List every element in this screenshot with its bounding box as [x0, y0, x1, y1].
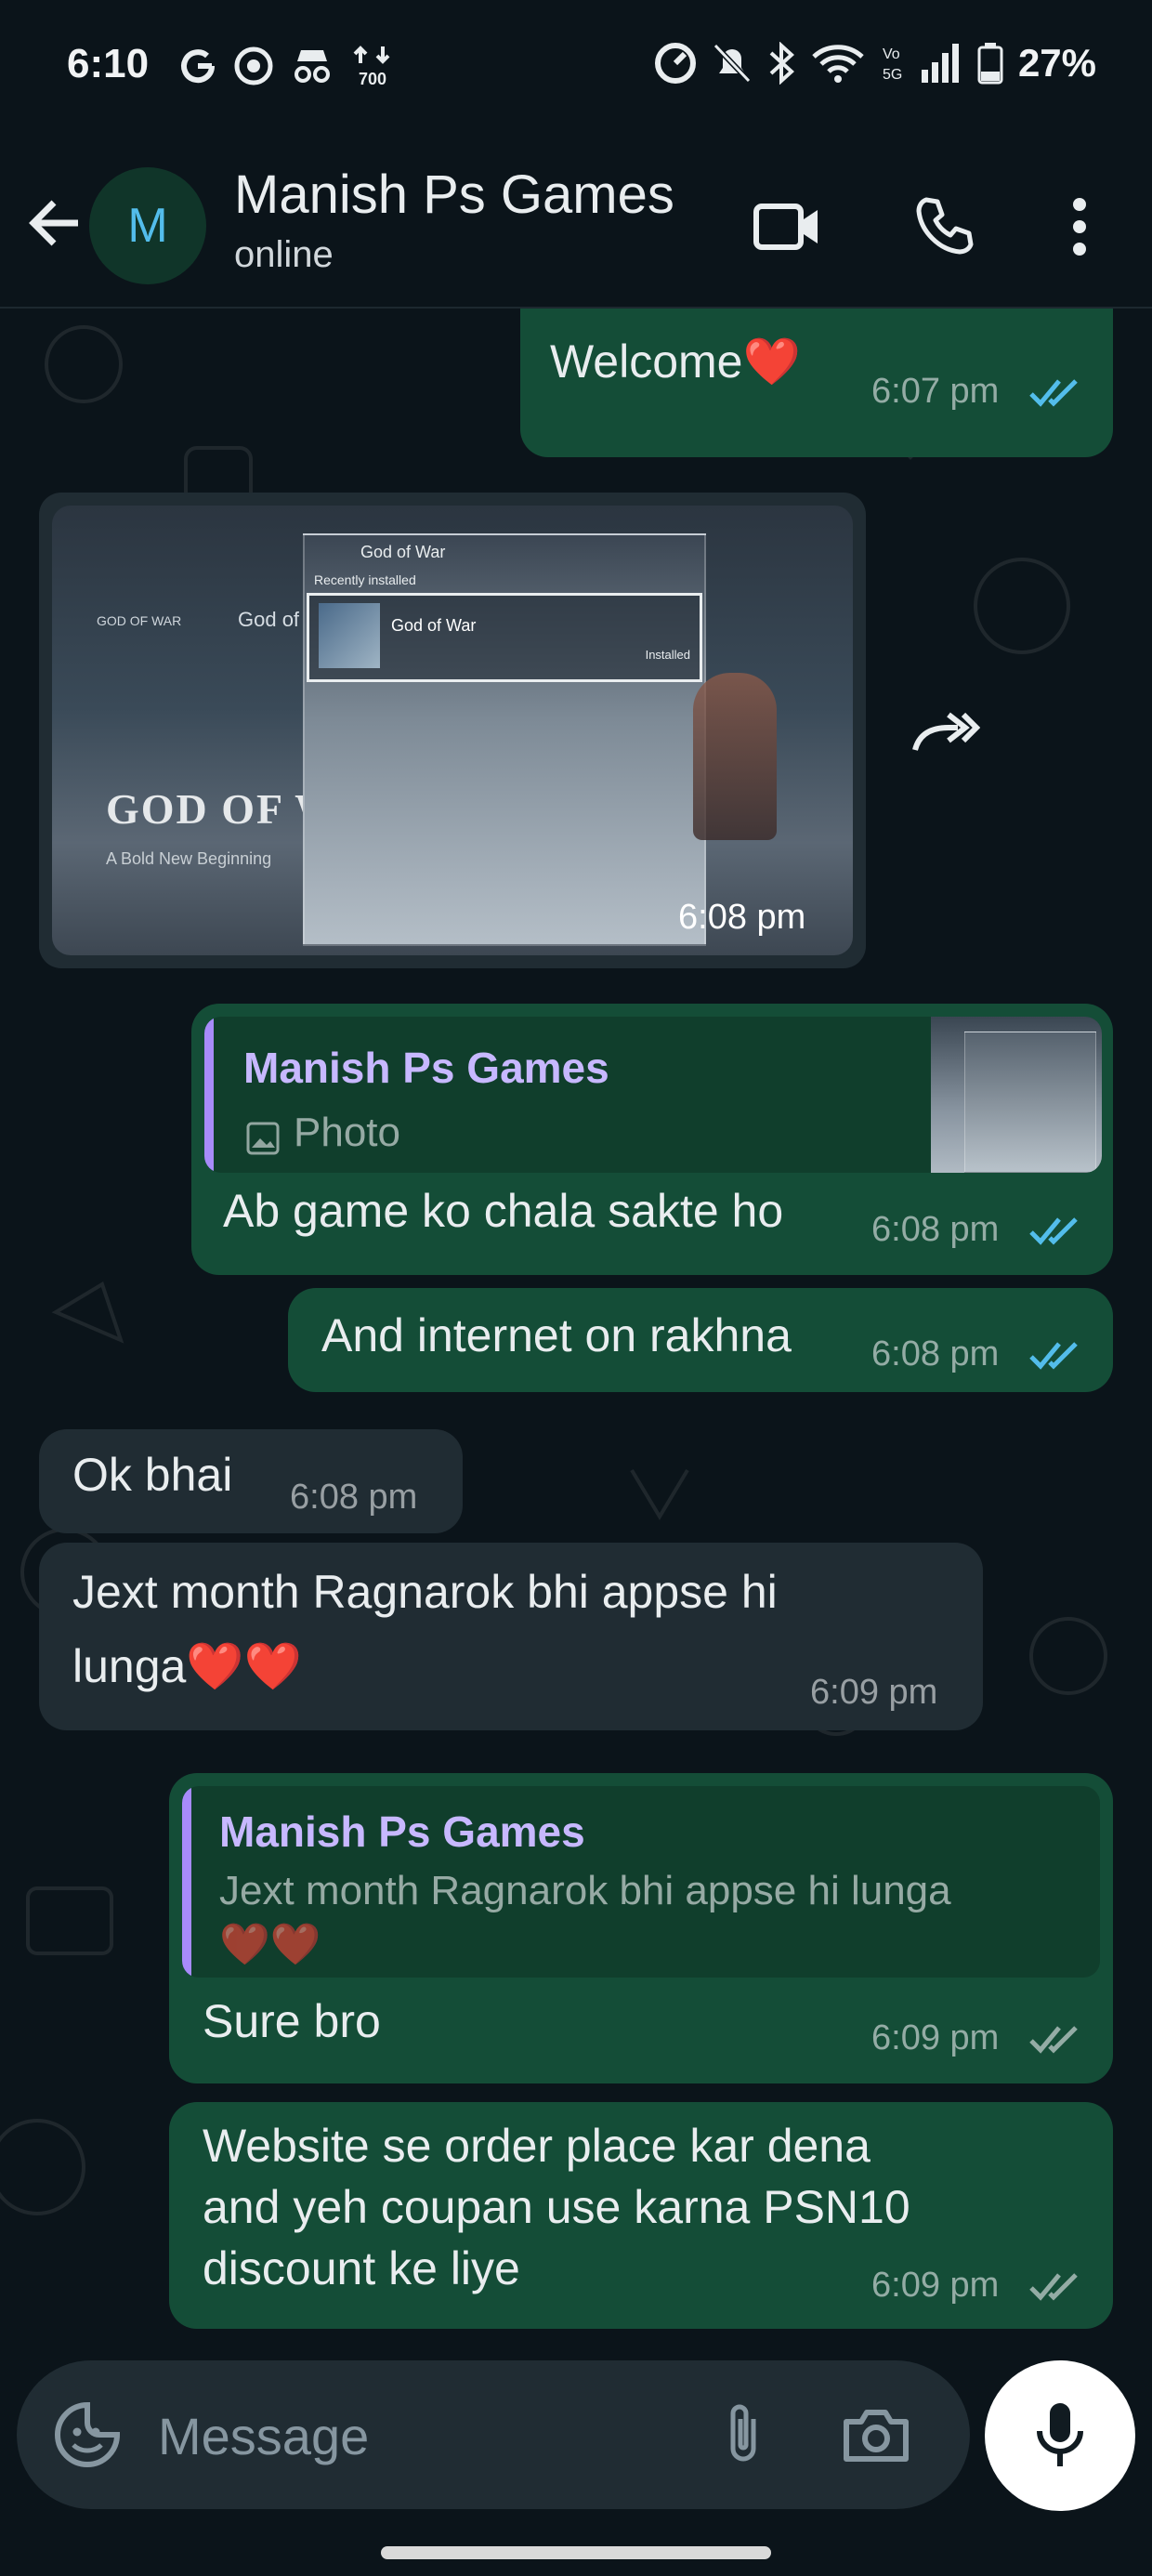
photo-tagline: A Bold New Beginning [106, 849, 272, 868]
message-time: 6:08 pm [678, 898, 806, 937]
status-time: 6:10 [67, 41, 150, 86]
message-time: 6:09 pm [810, 1673, 938, 1712]
wifi-icon [812, 45, 864, 83]
message-bubble[interactable]: Website se order place kar dena and yeh … [169, 2102, 1113, 2329]
double-tick-read-icon [1029, 379, 1078, 407]
speedometer-icon [654, 43, 696, 84]
message-bubble[interactable]: Welcome❤️ 6:07 pm [520, 309, 1113, 457]
photo-message[interactable]: GOD OF WAR God of W GOD OF WAR A Bold Ne… [39, 493, 866, 968]
status-right-icons: Vo 5G 27% [654, 41, 1096, 85]
arrow-back-icon [29, 200, 78, 246]
chat-header: M Manish Ps Games online [0, 139, 1152, 309]
emoji-sticker-button[interactable] [48, 2396, 126, 2474]
photo-bg-tab-logo: GOD OF WAR [97, 613, 182, 628]
status-bar: 6:10 700 Vo 5G 27% [0, 0, 1152, 139]
paperclip-icon [730, 2404, 756, 2462]
photo-small-icon [246, 1122, 280, 1155]
contact-name[interactable]: Manish Ps Games [234, 164, 674, 226]
quote-text: Jext month Ragnarok bhi appse hi lunga [219, 1868, 951, 1913]
battery-level: 27% [1017, 41, 1096, 85]
message-time: 6:08 pm [871, 1334, 1000, 1373]
photo-recent-label: Recently installed [314, 572, 416, 587]
message-text: Ab game ko chala sakte ho [223, 1185, 784, 1237]
quote-bar [204, 1017, 214, 1173]
app-icon [234, 46, 273, 85]
video-camera-icon [753, 204, 818, 250]
home-gesture-handle[interactable] [381, 2546, 771, 2559]
message-text-line-3: discount ke liye [203, 2242, 520, 2294]
more-options-button[interactable] [1042, 190, 1117, 264]
message-text-line-1: Jext month Ragnarok bhi appse hi [72, 1566, 778, 1618]
back-button[interactable] [22, 190, 89, 256]
data-700-icon: 700 [351, 45, 394, 88]
photo-game-item-status: Installed [645, 648, 690, 662]
voice-record-button[interactable] [985, 2360, 1135, 2511]
quoted-message[interactable]: Manish Ps Games Jext month Ragnarok bhi … [182, 1786, 1100, 1978]
message-text-line-2: and yeh coupan use karna PSN10 [203, 2181, 910, 2233]
double-tick-read-icon [1029, 1342, 1078, 1370]
message-input[interactable] [156, 2398, 680, 2474]
photo-panel-title: God of War [360, 543, 446, 561]
bluetooth-icon [769, 42, 794, 85]
photo-thumbnail[interactable]: GOD OF WAR God of W GOD OF WAR A Bold Ne… [52, 506, 853, 955]
google-icon [181, 49, 216, 84]
quote-author: Manish Ps Games [219, 1807, 585, 1856]
message-time: 6:08 pm [290, 1478, 418, 1517]
data-speed-label: 700 [358, 70, 387, 88]
avatar[interactable]: M [89, 167, 206, 284]
message-text-line-1: Website se order place kar dena [203, 2120, 871, 2172]
message-time: 6:09 pm [871, 2266, 1000, 2305]
double-tick-delivered-icon [1029, 2273, 1078, 2301]
message-time: 6:08 pm [871, 1210, 1000, 1249]
message-bubble[interactable]: Manish Ps Games Photo Ab game ko chala s… [191, 1004, 1113, 1275]
double-tick-delivered-icon [1029, 2026, 1078, 2054]
message-bubble[interactable]: Manish Ps Games Jext month Ragnarok bhi … [169, 1773, 1113, 2083]
message-text: Welcome❤️ [550, 335, 801, 388]
sticker-emoji-icon [55, 2401, 121, 2467]
battery-icon [977, 43, 1003, 85]
attach-button[interactable] [704, 2396, 782, 2474]
quote-text: Photo [294, 1110, 400, 1155]
double-tick-read-icon [1029, 1217, 1078, 1245]
more-vertical-icon [1073, 198, 1086, 256]
message-text: And internet on rakhna [321, 1309, 792, 1361]
message-text-line-2: lunga❤️❤️ [72, 1640, 302, 1692]
phone-icon [916, 197, 974, 255]
camera-button[interactable] [834, 2396, 918, 2474]
camera-icon [844, 2410, 909, 2462]
quote-author: Manish Ps Games [243, 1044, 609, 1092]
video-call-button[interactable] [751, 190, 825, 264]
quote-text-line-2: ❤️❤️ [219, 1922, 321, 1967]
message-time: 6:07 pm [871, 372, 1000, 411]
photo-game-item-title: God of War [391, 616, 477, 635]
contact-status: online [234, 234, 334, 275]
chat-messages[interactable]: Welcome❤️ 6:07 pm GOD OF WAR God of W GO… [0, 309, 1152, 2362]
quote-thumbnail [931, 1017, 1102, 1173]
message-time: 6:09 pm [871, 2018, 1000, 2057]
message-bubble[interactable]: Ok bhai 6:08 pm [39, 1429, 463, 1533]
forward-icon [912, 712, 980, 751]
mute-bell-icon [713, 43, 752, 84]
status-left-icons: 700 [178, 45, 394, 88]
svg-text:5G: 5G [883, 67, 902, 83]
svg-text:Vo: Vo [883, 46, 900, 62]
quote-bar [182, 1786, 191, 1978]
photo-kratos-figure [693, 673, 777, 840]
photo-game-item: God of War Installed [307, 593, 702, 682]
message-composer [17, 2360, 970, 2509]
message-text: Ok bhai [72, 1449, 233, 1501]
voice-call-button[interactable] [907, 190, 981, 264]
signal-icon [921, 44, 959, 83]
photo-panel: God of War Recently installed God of War… [303, 533, 706, 946]
spy-icon [295, 50, 330, 83]
microphone-icon [1037, 2403, 1083, 2466]
message-text: Sure bro [203, 1995, 381, 2047]
volte-icon: Vo 5G [883, 46, 902, 83]
system-nav-bar [0, 2517, 1152, 2576]
message-bubble[interactable]: And internet on rakhna 6:08 pm [288, 1288, 1113, 1392]
quoted-message[interactable]: Manish Ps Games Photo [204, 1017, 1102, 1173]
message-bubble[interactable]: Jext month Ragnarok bhi appse hi lunga❤️… [39, 1543, 983, 1730]
forward-button[interactable] [897, 686, 994, 782]
